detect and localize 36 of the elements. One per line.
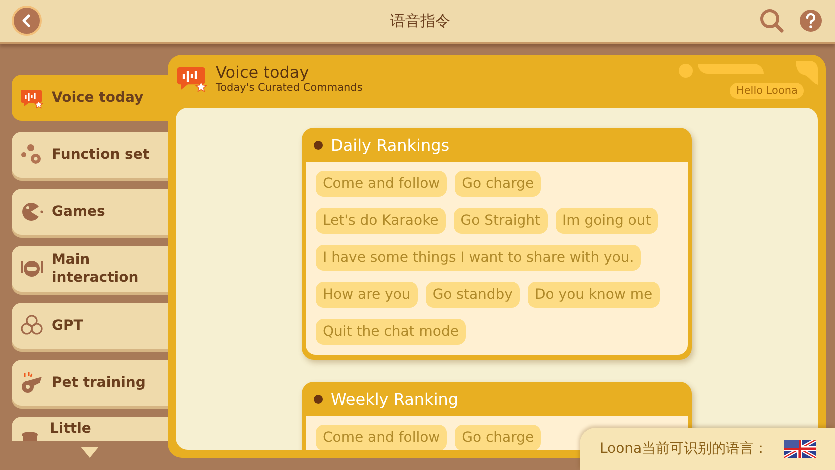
flag-icon[interactable] (784, 440, 816, 458)
command-chip[interactable]: Let's do Karaoke (316, 208, 446, 234)
card-title: Daily Rankings (331, 136, 450, 154)
command-chip[interactable]: Quit the chat mode (316, 319, 466, 345)
pacman-icon (20, 200, 44, 224)
down-arrow-icon[interactable] (81, 447, 99, 458)
command-chip[interactable]: Do you know me (528, 282, 660, 308)
command-chip[interactable]: Go charge (455, 425, 542, 450)
panel-subtitle: Today's Curated Commands (216, 82, 363, 94)
command-chip[interactable]: Im going out (556, 208, 658, 234)
search-icon[interactable] (759, 8, 785, 34)
cup-icon (22, 432, 38, 441)
bullet-icon (314, 140, 323, 150)
language-label: Loona当前可识别的语言： (600, 440, 768, 458)
sidebar-item[interactable]: Pet training (12, 360, 168, 406)
command-chip[interactable]: Go Straight (454, 208, 548, 234)
sidebar-item[interactable]: Function set (12, 132, 168, 178)
help-icon[interactable] (799, 9, 823, 33)
command-chip[interactable]: Come and follow (316, 171, 448, 197)
sidebar-item[interactable]: Main interaction (12, 246, 168, 292)
command-chip[interactable]: Come and follow (316, 425, 448, 450)
whistle-icon (20, 371, 44, 395)
page-title: 语音指令 (390, 12, 452, 30)
sidebar-item[interactable]: Little (12, 417, 168, 441)
command-chip[interactable]: I have some things I want to share with you. (316, 245, 642, 271)
knot-icon (20, 314, 44, 338)
command-chip[interactable]: Go charge (455, 171, 542, 197)
bullet-icon (314, 394, 323, 404)
panel-title: Voice today (216, 63, 310, 82)
sidebar-item[interactable]: GPT (12, 303, 168, 349)
card-title: Weekly Ranking (331, 390, 459, 408)
sidebar-item[interactable]: Voice today (12, 75, 168, 121)
command-chip[interactable]: How are you (316, 282, 418, 308)
command-chip[interactable]: Go standby (426, 282, 520, 308)
back-button[interactable] (12, 6, 42, 36)
sidebar-item[interactable]: Games (12, 189, 168, 235)
